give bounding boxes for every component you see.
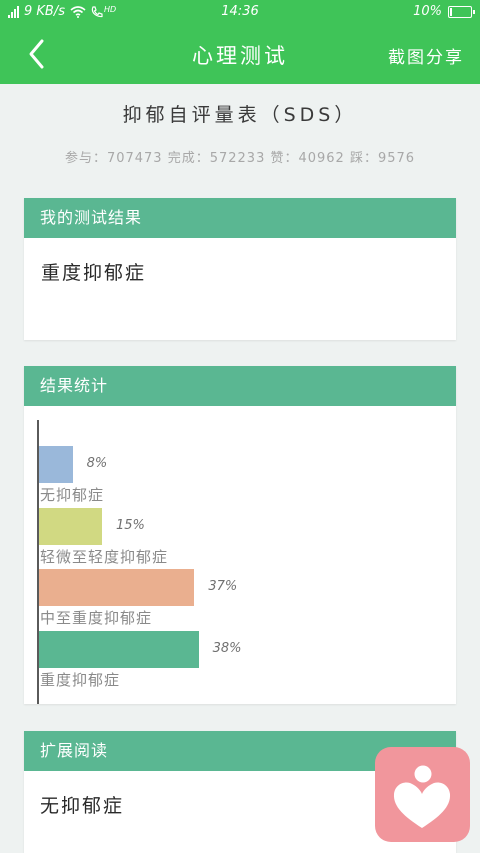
chart-bar-value: 8% — [86, 456, 108, 471]
chart-bar-label: 轻微至轻度抑郁症 — [40, 547, 169, 566]
chart-bar — [39, 446, 73, 483]
nav-bar: 心理测试 截图分享 — [0, 24, 480, 84]
result-stats-card: 结果统计 8% 无抑郁症 15% 轻微至轻度抑郁症 37% 中至重度抑郁症 38% 重度抑郁症 — [24, 366, 456, 704]
chart-bar-value: 38% — [212, 640, 242, 656]
floating-heart-button[interactable] — [375, 747, 470, 842]
screenshot-share-button[interactable]: 截图分享 — [388, 43, 464, 68]
result-stats-header: 结果统计 — [24, 366, 456, 406]
chart-bar-label: 中至重度抑郁症 — [40, 609, 153, 627]
heart-person-icon — [393, 765, 451, 828]
chart-bar-label: 重度抑郁症 — [40, 670, 121, 689]
my-result-header: 我的测试结果 — [24, 198, 456, 238]
extended-reading-item[interactable]: 无抑郁症 — [40, 791, 124, 818]
battery-icon — [448, 5, 475, 18]
chart-bar-value: 37% — [208, 579, 238, 594]
chart-bar-value: 15% — [116, 517, 145, 533]
chart-bar — [39, 569, 195, 606]
status-bar: 9 KB/s HD 14:36 10% — [0, 0, 480, 24]
result-stats-chart: 8% 无抑郁症 15% 轻微至轻度抑郁症 37% 中至重度抑郁症 38% 重度抑郁症 — [24, 406, 456, 704]
battery-percent: 10% — [413, 4, 442, 19]
test-stats: 参与：707473 完成：572233 赞：40962 踩：9576 — [64, 151, 416, 166]
my-result-card: 我的测试结果 重度抑郁症 — [24, 198, 456, 340]
chart-bar-label: 无抑郁症 — [40, 486, 105, 504]
chart-bar — [39, 507, 102, 545]
my-result-value: 重度抑郁症 — [41, 262, 147, 284]
test-title: 抑郁自评量表（SDS） — [122, 104, 358, 126]
chart-bar — [39, 630, 199, 668]
status-time: 14:36 — [221, 4, 259, 19]
